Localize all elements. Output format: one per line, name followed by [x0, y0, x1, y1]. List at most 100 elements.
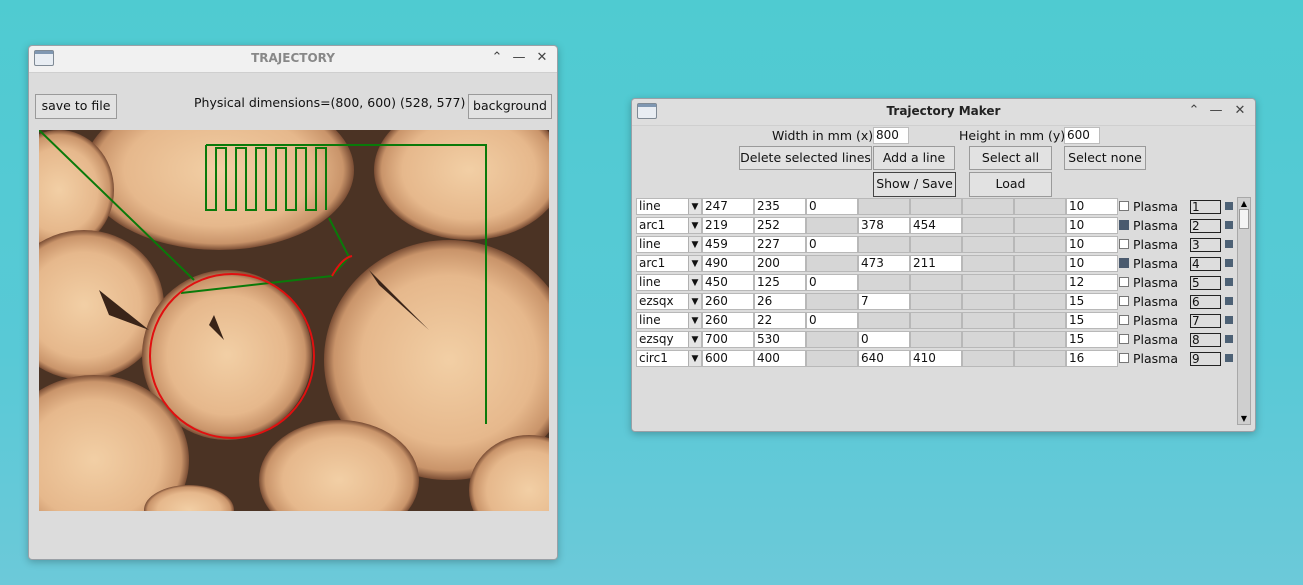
- dropdown-arrow-icon[interactable]: ▼: [688, 218, 701, 233]
- plasma-checkbox[interactable]: [1119, 334, 1129, 344]
- coordinate-input[interactable]: 227: [754, 236, 806, 253]
- dropdown-arrow-icon[interactable]: ▼: [688, 313, 701, 328]
- speed-input[interactable]: 15: [1066, 293, 1118, 310]
- speed-input[interactable]: 10: [1066, 255, 1118, 272]
- load-button[interactable]: Load: [969, 172, 1052, 197]
- coordinate-input[interactable]: 260: [702, 293, 754, 310]
- coordinate-input[interactable]: 0: [806, 198, 858, 215]
- plasma-checkbox[interactable]: [1119, 353, 1129, 363]
- row-select-icon[interactable]: [1225, 240, 1233, 248]
- line-type-select[interactable]: ezsqx ▼: [636, 293, 702, 310]
- coordinate-input[interactable]: 0: [806, 236, 858, 253]
- line-type-select[interactable]: arc1 ▼: [636, 255, 702, 272]
- line-number-field[interactable]: 4: [1190, 257, 1221, 271]
- dropdown-arrow-icon[interactable]: ▼: [688, 332, 701, 347]
- plasma-checkbox[interactable]: [1119, 258, 1129, 268]
- background-button[interactable]: background: [468, 94, 552, 119]
- coordinate-input[interactable]: 219: [702, 217, 754, 234]
- row-select-icon[interactable]: [1225, 316, 1233, 324]
- coordinate-input[interactable]: 211: [910, 255, 962, 272]
- scroll-down-arrow-icon[interactable]: ▼: [1239, 414, 1249, 423]
- row-select-icon[interactable]: [1225, 354, 1233, 362]
- maximize-icon[interactable]: ⌃: [1186, 103, 1202, 119]
- line-type-select[interactable]: circ1 ▼: [636, 350, 702, 367]
- select-none-button[interactable]: Select none: [1064, 146, 1146, 170]
- table-scrollbar[interactable]: ▲ ▼: [1237, 197, 1251, 425]
- coordinate-input[interactable]: 410: [910, 350, 962, 367]
- dropdown-arrow-icon[interactable]: ▼: [688, 237, 701, 252]
- close-icon[interactable]: ✕: [534, 50, 550, 66]
- maker-titlebar[interactable]: Trajectory Maker ⌃ — ✕: [632, 99, 1255, 126]
- coordinate-input[interactable]: 454: [910, 217, 962, 234]
- coordinate-input[interactable]: 640: [858, 350, 910, 367]
- row-select-icon[interactable]: [1225, 278, 1233, 286]
- speed-input[interactable]: 12: [1066, 274, 1118, 291]
- line-number-field[interactable]: 8: [1190, 333, 1221, 347]
- scrollbar-thumb[interactable]: [1239, 209, 1249, 229]
- speed-input[interactable]: 16: [1066, 350, 1118, 367]
- line-type-select[interactable]: line ▼: [636, 274, 702, 291]
- coordinate-input[interactable]: 473: [858, 255, 910, 272]
- minimize-icon[interactable]: —: [1208, 103, 1224, 119]
- plasma-checkbox[interactable]: [1119, 201, 1129, 211]
- plasma-checkbox[interactable]: [1119, 277, 1129, 287]
- line-number-field[interactable]: 6: [1190, 295, 1221, 309]
- coordinate-input[interactable]: 7: [858, 293, 910, 310]
- plasma-checkbox[interactable]: [1119, 315, 1129, 325]
- coordinate-input[interactable]: 450: [702, 274, 754, 291]
- line-number-field[interactable]: 5: [1190, 276, 1221, 290]
- plasma-checkbox[interactable]: [1119, 220, 1129, 230]
- scroll-up-arrow-icon[interactable]: ▲: [1239, 199, 1249, 208]
- width-input[interactable]: 800: [873, 127, 909, 144]
- show-save-button[interactable]: Show / Save: [873, 172, 956, 197]
- line-type-select[interactable]: ezsqy ▼: [636, 331, 702, 348]
- dropdown-arrow-icon[interactable]: ▼: [688, 351, 701, 366]
- dropdown-arrow-icon[interactable]: ▼: [688, 294, 701, 309]
- speed-input[interactable]: 10: [1066, 198, 1118, 215]
- coordinate-input[interactable]: 530: [754, 331, 806, 348]
- speed-input[interactable]: 10: [1066, 217, 1118, 234]
- coordinate-input[interactable]: 252: [754, 217, 806, 234]
- dropdown-arrow-icon[interactable]: ▼: [688, 256, 701, 271]
- line-number-field[interactable]: 7: [1190, 314, 1221, 328]
- line-type-select[interactable]: arc1 ▼: [636, 217, 702, 234]
- row-select-icon[interactable]: [1225, 297, 1233, 305]
- coordinate-input[interactable]: 700: [702, 331, 754, 348]
- speed-input[interactable]: 10: [1066, 236, 1118, 253]
- coordinate-input[interactable]: 400: [754, 350, 806, 367]
- height-input[interactable]: 600: [1064, 127, 1100, 144]
- line-number-field[interactable]: 3: [1190, 238, 1221, 252]
- line-type-select[interactable]: line ▼: [636, 312, 702, 329]
- coordinate-input[interactable]: 490: [702, 255, 754, 272]
- trajectory-canvas[interactable]: [39, 130, 549, 511]
- line-number-field[interactable]: 9: [1190, 352, 1221, 366]
- coordinate-input[interactable]: 22: [754, 312, 806, 329]
- coordinate-input[interactable]: 247: [702, 198, 754, 215]
- coordinate-input[interactable]: 378: [858, 217, 910, 234]
- row-select-icon[interactable]: [1225, 202, 1233, 210]
- coordinate-input[interactable]: 600: [702, 350, 754, 367]
- plasma-checkbox[interactable]: [1119, 239, 1129, 249]
- add-a-line-button[interactable]: Add a line: [873, 146, 955, 170]
- minimize-icon[interactable]: —: [511, 50, 527, 66]
- speed-input[interactable]: 15: [1066, 312, 1118, 329]
- trajectory-titlebar[interactable]: TRAJECTORY ⌃ — ✕: [29, 46, 557, 73]
- row-select-icon[interactable]: [1225, 335, 1233, 343]
- dropdown-arrow-icon[interactable]: ▼: [688, 275, 701, 290]
- coordinate-input[interactable]: 0: [858, 331, 910, 348]
- line-type-select[interactable]: line ▼: [636, 236, 702, 253]
- coordinate-input[interactable]: 125: [754, 274, 806, 291]
- delete-selected-lines-button[interactable]: Delete selected lines: [739, 146, 872, 170]
- line-number-field[interactable]: 1: [1190, 200, 1221, 214]
- coordinate-input[interactable]: 235: [754, 198, 806, 215]
- plasma-checkbox[interactable]: [1119, 296, 1129, 306]
- speed-input[interactable]: 15: [1066, 331, 1118, 348]
- line-number-field[interactable]: 2: [1190, 219, 1221, 233]
- select-all-button[interactable]: Select all: [969, 146, 1052, 170]
- line-type-select[interactable]: line ▼: [636, 198, 702, 215]
- maximize-icon[interactable]: ⌃: [489, 50, 505, 66]
- coordinate-input[interactable]: 0: [806, 312, 858, 329]
- coordinate-input[interactable]: 260: [702, 312, 754, 329]
- save-to-file-button[interactable]: save to file: [35, 94, 117, 119]
- row-select-icon[interactable]: [1225, 221, 1233, 229]
